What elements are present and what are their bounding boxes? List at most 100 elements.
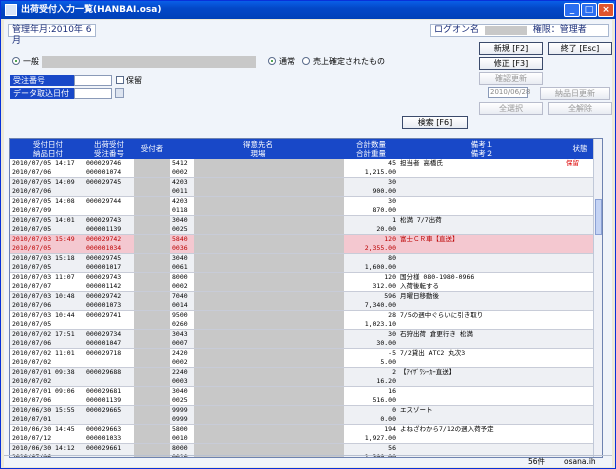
delivery-date-input[interactable]: 2010/06/28: [488, 87, 530, 98]
cell-c: 9999 0999: [172, 406, 188, 423]
cell-m: 石狩出荷 倉更行き 松満: [400, 330, 473, 338]
table-row[interactable]: 2010/07/02 11:01 2010/07/02 000029718 2420 0…: [10, 349, 594, 368]
customer-cell: [194, 235, 344, 253]
close-button[interactable]: ×: [598, 3, 614, 17]
table-row[interactable]: 2010/07/03 10:44 2010/07/05 000029741 9500 0…: [10, 311, 594, 330]
confirm-update-button[interactable]: 確認更新: [479, 72, 543, 85]
sales-confirmed-radio[interactable]: 売上確定されたもの: [302, 57, 385, 67]
table-row[interactable]: 2010/07/05 14:01 2010/07/05 000029743 00000…: [10, 216, 594, 235]
cell-m: よねざわから7/12の週入荷予定: [400, 425, 494, 433]
cell-c: 5412 0002: [172, 159, 188, 176]
table-row[interactable]: 2010/07/05 14:17 2010/07/06 000029746 00000…: [10, 159, 594, 178]
cell-d: 2010/07/03 11:07 2010/07/07: [12, 273, 75, 290]
table-row[interactable]: 2010/07/03 11:07 2010/07/07 000029743 00000…: [10, 273, 594, 292]
login-user-value: [484, 26, 527, 35]
search-button[interactable]: 検索 [F6]: [402, 116, 468, 129]
cell-n: 000029742 000001034: [86, 235, 122, 252]
table-row[interactable]: 2010/07/01 09:06 2010/07/06 000029681 00000…: [10, 387, 594, 406]
cell-q: 30 900.00: [372, 178, 396, 195]
edit-button[interactable]: 修正 [F3]: [479, 57, 543, 70]
cell-n: 000029734 000001047: [86, 330, 122, 347]
cell-c: 7040 0014: [172, 292, 188, 309]
cell-d: 2010/07/05 14:01 2010/07/05: [12, 216, 75, 233]
cell-q: 194 1,927.00: [364, 425, 396, 442]
cell-m: [400, 444, 564, 453]
cell-d: 2010/07/05 14:08 2010/07/09: [12, 197, 75, 214]
cell-q: 80 1,600.00: [364, 254, 396, 271]
delivery-date-update-button[interactable]: 納品日更新: [540, 87, 610, 100]
minimize-button[interactable]: _: [564, 3, 580, 17]
cell-n: 000029661: [86, 444, 122, 452]
staff-cell: [134, 273, 170, 291]
staff-cell: [134, 254, 170, 272]
cell-c: 3043 0007: [172, 330, 188, 347]
staff-cell: [134, 292, 170, 310]
cell-q: -5 5.00: [380, 349, 396, 366]
cell-q: 120 312.00: [372, 273, 396, 290]
customer-field[interactable]: [42, 56, 256, 68]
table-row[interactable]: 2010/07/05 14:08 2010/07/09 000029744 4203 0…: [10, 197, 594, 216]
cell-q: 596 7,340.00: [364, 292, 396, 309]
cell-c: 3040 0025: [172, 216, 188, 233]
cell-n: 000029718: [86, 349, 122, 357]
cell-q: 0 0.00: [380, 406, 396, 423]
cell-c: 2240 0003: [172, 368, 188, 385]
app-icon: [5, 4, 17, 16]
cell-m: [400, 178, 564, 187]
cell-c: 2420 0002: [172, 349, 188, 366]
exit-button[interactable]: 終了 [Esc]: [548, 42, 612, 55]
table-row[interactable]: 2010/07/03 10:48 2010/07/06 000029742 00000…: [10, 292, 594, 311]
table-row[interactable]: 2010/07/03 15:18 2010/07/05 000029745 00000…: [10, 254, 594, 273]
scroll-thumb[interactable]: [595, 199, 602, 235]
customer-cell: [194, 311, 344, 329]
cell-m: [400, 387, 564, 396]
cell-m: [400, 197, 564, 206]
general-radio[interactable]: 一般: [12, 57, 39, 67]
cell-d: 2010/07/01 09:06 2010/07/06: [12, 387, 75, 404]
vertical-scrollbar[interactable]: [593, 139, 602, 457]
select-all-button[interactable]: 全選択: [479, 102, 543, 115]
table-row[interactable]: 2010/06/30 15:55 2010/07/01 000029665 9999 0…: [10, 406, 594, 425]
cell-n: 000029665: [86, 406, 122, 414]
table-row[interactable]: 2010/07/01 09:38 2010/07/02 000029688 2240 0…: [10, 368, 594, 387]
staff-cell: [134, 178, 170, 196]
cell-q: 120 2,355.00: [364, 235, 396, 252]
cell-n: 000029742 000001073: [86, 292, 122, 309]
cell-s: 保留: [566, 159, 579, 167]
deselect-all-button[interactable]: 全解除: [548, 102, 612, 115]
calendar-icon[interactable]: [115, 88, 124, 98]
cell-n: 000029743 000001142: [86, 273, 122, 290]
cell-c: 9500 0260: [172, 311, 188, 328]
order-no-input[interactable]: [74, 75, 112, 86]
client-area: 管理年月:2010年 6月 ログオン名 権限：管理者 一般 通常 売上確定された…: [4, 20, 612, 467]
customer-cell: [194, 273, 344, 291]
new-button[interactable]: 新規 [F2]: [479, 42, 543, 55]
cell-d: 2010/07/03 10:48 2010/07/06: [12, 292, 75, 309]
table-row[interactable]: 2010/07/02 17:51 2010/07/06 000029734 00000…: [10, 330, 594, 349]
normal-radio[interactable]: 通常: [268, 57, 295, 67]
staff-cell: [134, 216, 170, 234]
cell-m: 担当者 高橋氏: [400, 159, 443, 167]
customer-cell: [194, 178, 344, 196]
table-row[interactable]: 2010/07/03 15:49 2010/07/05 000029742 00000…: [10, 235, 594, 254]
cell-d: 2010/07/03 15:18 2010/07/05: [12, 254, 75, 271]
table-row[interactable]: 2010/06/30 14:45 2010/07/12 000029663 00000…: [10, 425, 594, 444]
cell-c: 4203 0011: [172, 178, 188, 195]
staff-cell: [134, 330, 170, 348]
customer-cell: [194, 387, 344, 405]
customer-cell: [194, 216, 344, 234]
customer-cell: [194, 159, 344, 177]
cell-q: 30 870.00: [372, 197, 396, 214]
data-date-input[interactable]: [74, 88, 112, 99]
title-bar: 出荷受付入力一覧(HANBAI.osa) _ □ ×: [1, 1, 615, 19]
cell-m: 松満 7/7出荷: [400, 216, 442, 224]
cell-d: 2010/07/05 14:09 2010/07/06: [12, 178, 75, 195]
cell-q: 28 1,023.10: [364, 311, 396, 328]
staff-cell: [134, 235, 170, 253]
maximize-button[interactable]: □: [581, 3, 597, 17]
hold-checkbox[interactable]: 保留: [116, 76, 142, 86]
table-row[interactable]: 2010/07/05 14:09 2010/07/06 000029745 4203 0…: [10, 178, 594, 197]
cell-m: 7/2貸出 ATC2 丸次3: [400, 349, 466, 357]
cell-d: 2010/07/02 17:51 2010/07/06: [12, 330, 75, 347]
order-no-label: 受注番号: [10, 75, 74, 86]
